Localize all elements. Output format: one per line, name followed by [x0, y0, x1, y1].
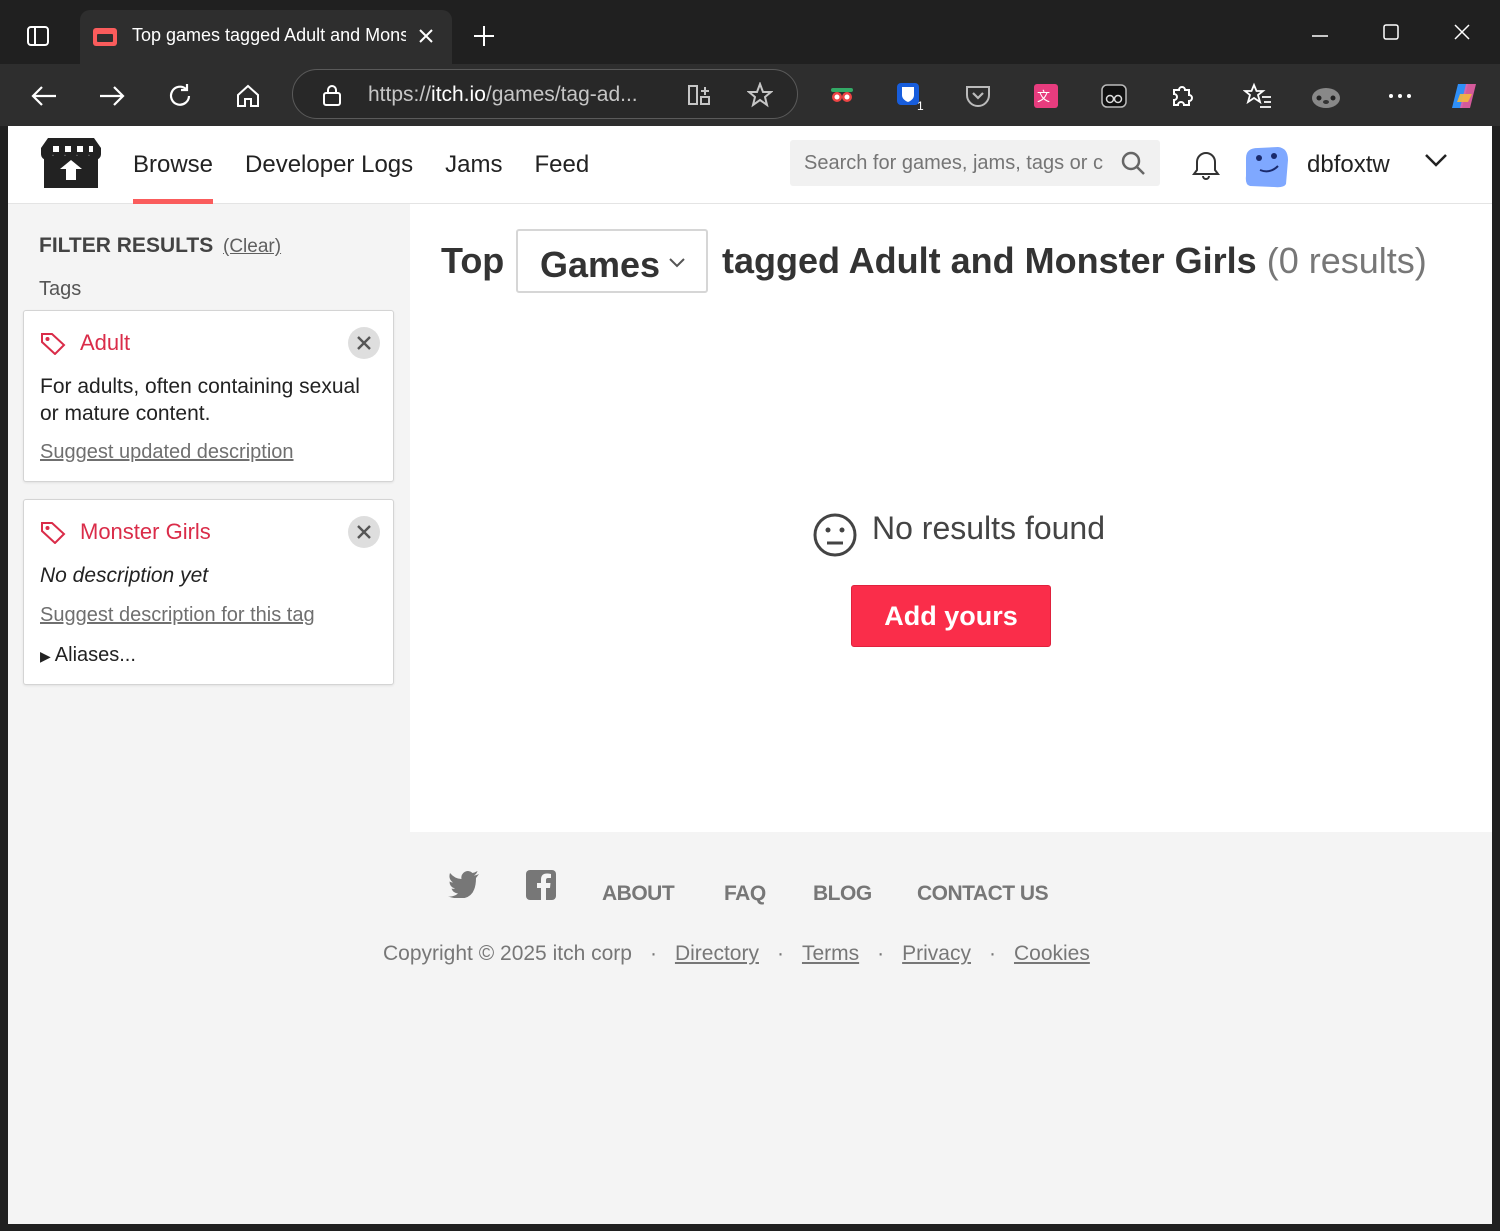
reader-extension-icon[interactable] — [1096, 78, 1132, 114]
footer-contact-link[interactable]: CONTACT US — [917, 882, 1049, 906]
nav-browse[interactable]: Browse — [133, 126, 214, 204]
neutral-face-icon — [812, 512, 858, 563]
nav-developer-logs[interactable]: Developer Logs — [245, 126, 413, 204]
tab-title: Top games tagged Adult and Monster Girls — [132, 25, 406, 45]
terms-link[interactable]: Terms — [802, 942, 859, 965]
user-avatar[interactable] — [1244, 144, 1290, 188]
heading-prefix: Top — [441, 240, 505, 281]
tag-name[interactable]: Adult — [80, 330, 130, 356]
page-title: tagged Adult and Monster Girls (0 result… — [722, 240, 1427, 282]
notifications-bell-icon[interactable] — [1191, 148, 1221, 185]
tag-icon — [40, 331, 66, 360]
search-input[interactable] — [804, 152, 1104, 175]
facebook-icon[interactable] — [526, 870, 556, 905]
extensions-puzzle-icon[interactable] — [1164, 78, 1200, 114]
address-bar[interactable]: https://itch.io/games/tag-ad... — [292, 69, 798, 119]
triangle-right-icon: ▶ — [40, 648, 51, 664]
remove-tag-close-icon[interactable] — [348, 327, 380, 359]
remove-tag-close-icon[interactable] — [348, 516, 380, 548]
footer-faq-link[interactable]: FAQ — [724, 882, 766, 906]
minimize-icon[interactable] — [1306, 18, 1334, 46]
separator-dot: · — [776, 942, 784, 965]
tag-icon — [40, 520, 66, 549]
refresh-icon[interactable] — [162, 78, 198, 114]
type-select[interactable]: Games — [516, 229, 708, 293]
close-window-icon[interactable] — [1448, 18, 1476, 46]
footer-blog-link[interactable]: BLOG — [813, 882, 872, 906]
split-screen-icon[interactable] — [687, 83, 711, 112]
footer-about-link[interactable]: ABOUT — [602, 882, 675, 906]
clear-filters-link[interactable]: (Clear) — [223, 236, 281, 258]
separator-dot: · — [988, 942, 996, 965]
browser-tab[interactable]: Top games tagged Adult and Monster Girls — [80, 10, 452, 64]
browser-titlebar: Top games tagged Adult and Monster Girls — [0, 0, 1500, 64]
pocket-icon[interactable] — [960, 78, 996, 114]
nav-feed[interactable]: Feed — [534, 126, 589, 204]
tag-description: For adults, often containing sexual or m… — [40, 375, 360, 425]
forward-icon[interactable] — [94, 78, 130, 114]
chevron-down-icon[interactable] — [1424, 152, 1448, 173]
itch-tab-icon — [92, 25, 118, 52]
svg-text:文: 文 — [1037, 90, 1050, 105]
bitwarden-icon[interactable]: 1 — [892, 78, 928, 114]
twitter-icon[interactable] — [448, 870, 480, 903]
maximize-icon[interactable] — [1377, 18, 1405, 46]
tags-label: Tags — [39, 278, 82, 300]
svg-text:1: 1 — [917, 99, 924, 111]
username[interactable]: dbfoxtw — [1307, 151, 1390, 179]
tag-card-adult: Adult For adults, often containing sexua… — [23, 310, 394, 482]
main-nav: Browse Developer Logs Jams Feed — [133, 126, 621, 204]
site-header: Browse Developer Logs Jams Feed dbfoxtw — [8, 126, 1492, 204]
home-icon[interactable] — [230, 78, 266, 114]
profile-avatar-icon[interactable] — [1308, 78, 1344, 114]
cookies-link[interactable]: Cookies — [1014, 942, 1090, 965]
privacy-link[interactable]: Privacy — [902, 942, 971, 965]
browser-toolbar: https://itch.io/games/tag-ad... 1 文 — [0, 64, 1500, 126]
site-footer: ABOUT FAQ BLOG CONTACT US Copyright © 20… — [8, 832, 1492, 1224]
chevron-down-icon — [668, 256, 686, 274]
suggest-description-link[interactable]: Suggest updated description — [40, 441, 294, 464]
type-select-value: Games — [540, 244, 661, 285]
result-count: (0 results) — [1266, 240, 1427, 281]
tag-name[interactable]: Monster Girls — [80, 519, 211, 545]
page-viewport: Browse Developer Logs Jams Feed dbfoxtw … — [8, 126, 1492, 1224]
empty-state-text: No results found — [872, 510, 1106, 546]
translate-icon[interactable]: 文 — [1028, 78, 1064, 114]
favorite-star-icon[interactable] — [746, 81, 774, 113]
suggest-description-link[interactable]: Suggest description for this tag — [40, 604, 315, 627]
tag-card-monster-girls: Monster Girls No description yet Suggest… — [23, 499, 394, 685]
back-icon[interactable] — [26, 78, 62, 114]
search-box[interactable] — [790, 140, 1160, 186]
new-tab-icon[interactable] — [470, 22, 498, 50]
separator-dot: · — [877, 942, 885, 965]
aliases-label: Aliases... — [54, 644, 136, 666]
directory-link[interactable]: Directory — [675, 942, 759, 965]
favorites-list-icon[interactable] — [1240, 78, 1276, 114]
heading-tagged: tagged Adult and Monster Girls — [722, 240, 1257, 281]
sidebar-toggle-icon[interactable] — [24, 22, 52, 50]
filter-sidebar: FILTER RESULTS (Clear) Tags Adult For ad… — [8, 204, 410, 832]
copilot-icon[interactable] — [1446, 78, 1482, 114]
nav-jams[interactable]: Jams — [445, 126, 502, 204]
tab-close-icon[interactable] — [418, 28, 434, 49]
url-text[interactable]: https://itch.io/games/tag-ad... — [368, 83, 658, 107]
aliases-toggle[interactable]: ▶ Aliases... — [40, 644, 136, 667]
footer-legal: Copyright © 2025 itch corp · Directory · Ter… — [383, 942, 1090, 966]
filter-title: FILTER RESULTS — [39, 234, 214, 257]
copyright-text: Copyright © 2025 itch corp — [383, 942, 632, 965]
add-yours-button[interactable]: Add yours — [851, 585, 1051, 647]
extension-glasses-icon[interactable] — [824, 78, 860, 114]
more-menu-icon[interactable] — [1382, 78, 1418, 114]
main-content: Top Games tagged Adult and Monster Girls… — [410, 204, 1492, 832]
search-icon[interactable] — [1120, 150, 1146, 181]
separator-dot: · — [649, 942, 657, 965]
itch-logo-icon[interactable] — [40, 136, 102, 192]
tag-description: No description yet — [40, 564, 209, 587]
lock-icon[interactable] — [321, 83, 343, 112]
